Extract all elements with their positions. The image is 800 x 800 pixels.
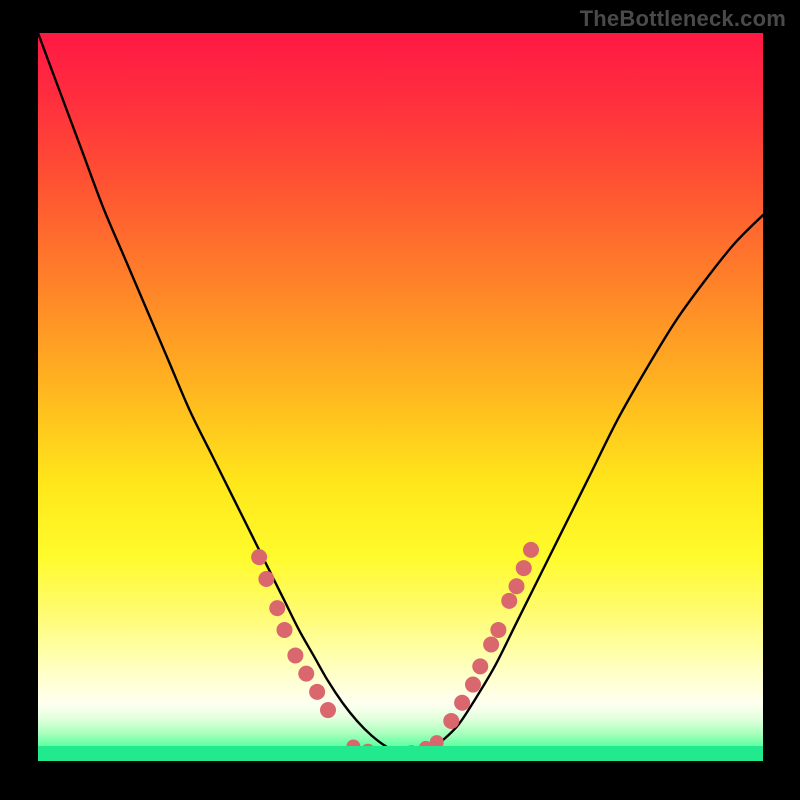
curve-marker	[269, 600, 285, 616]
curve-marker	[258, 571, 274, 587]
curve-marker	[501, 593, 517, 609]
chart-frame: TheBottleneck.com	[0, 0, 800, 800]
curve-marker	[516, 560, 532, 576]
curve-marker	[251, 549, 267, 565]
curve-marker	[454, 695, 470, 711]
curve-marker	[443, 713, 459, 729]
curve-marker	[509, 578, 525, 594]
curve-marker	[465, 677, 481, 693]
curve-marker	[298, 666, 314, 682]
bottleneck-curve-svg	[38, 33, 763, 761]
curve-marker	[472, 658, 488, 674]
green-baseline-strip	[38, 746, 763, 761]
plot-area	[38, 33, 763, 761]
curve-marker	[277, 622, 293, 638]
curve-marker	[320, 702, 336, 718]
curve-marker	[309, 684, 325, 700]
curve-markers-left	[251, 549, 336, 718]
curve-markers-right	[443, 542, 539, 729]
curve-marker	[287, 647, 303, 663]
watermark-text: TheBottleneck.com	[580, 6, 786, 32]
bottleneck-curve-path	[38, 33, 763, 754]
curve-marker	[490, 622, 506, 638]
curve-marker	[483, 637, 499, 653]
curve-marker	[523, 542, 539, 558]
